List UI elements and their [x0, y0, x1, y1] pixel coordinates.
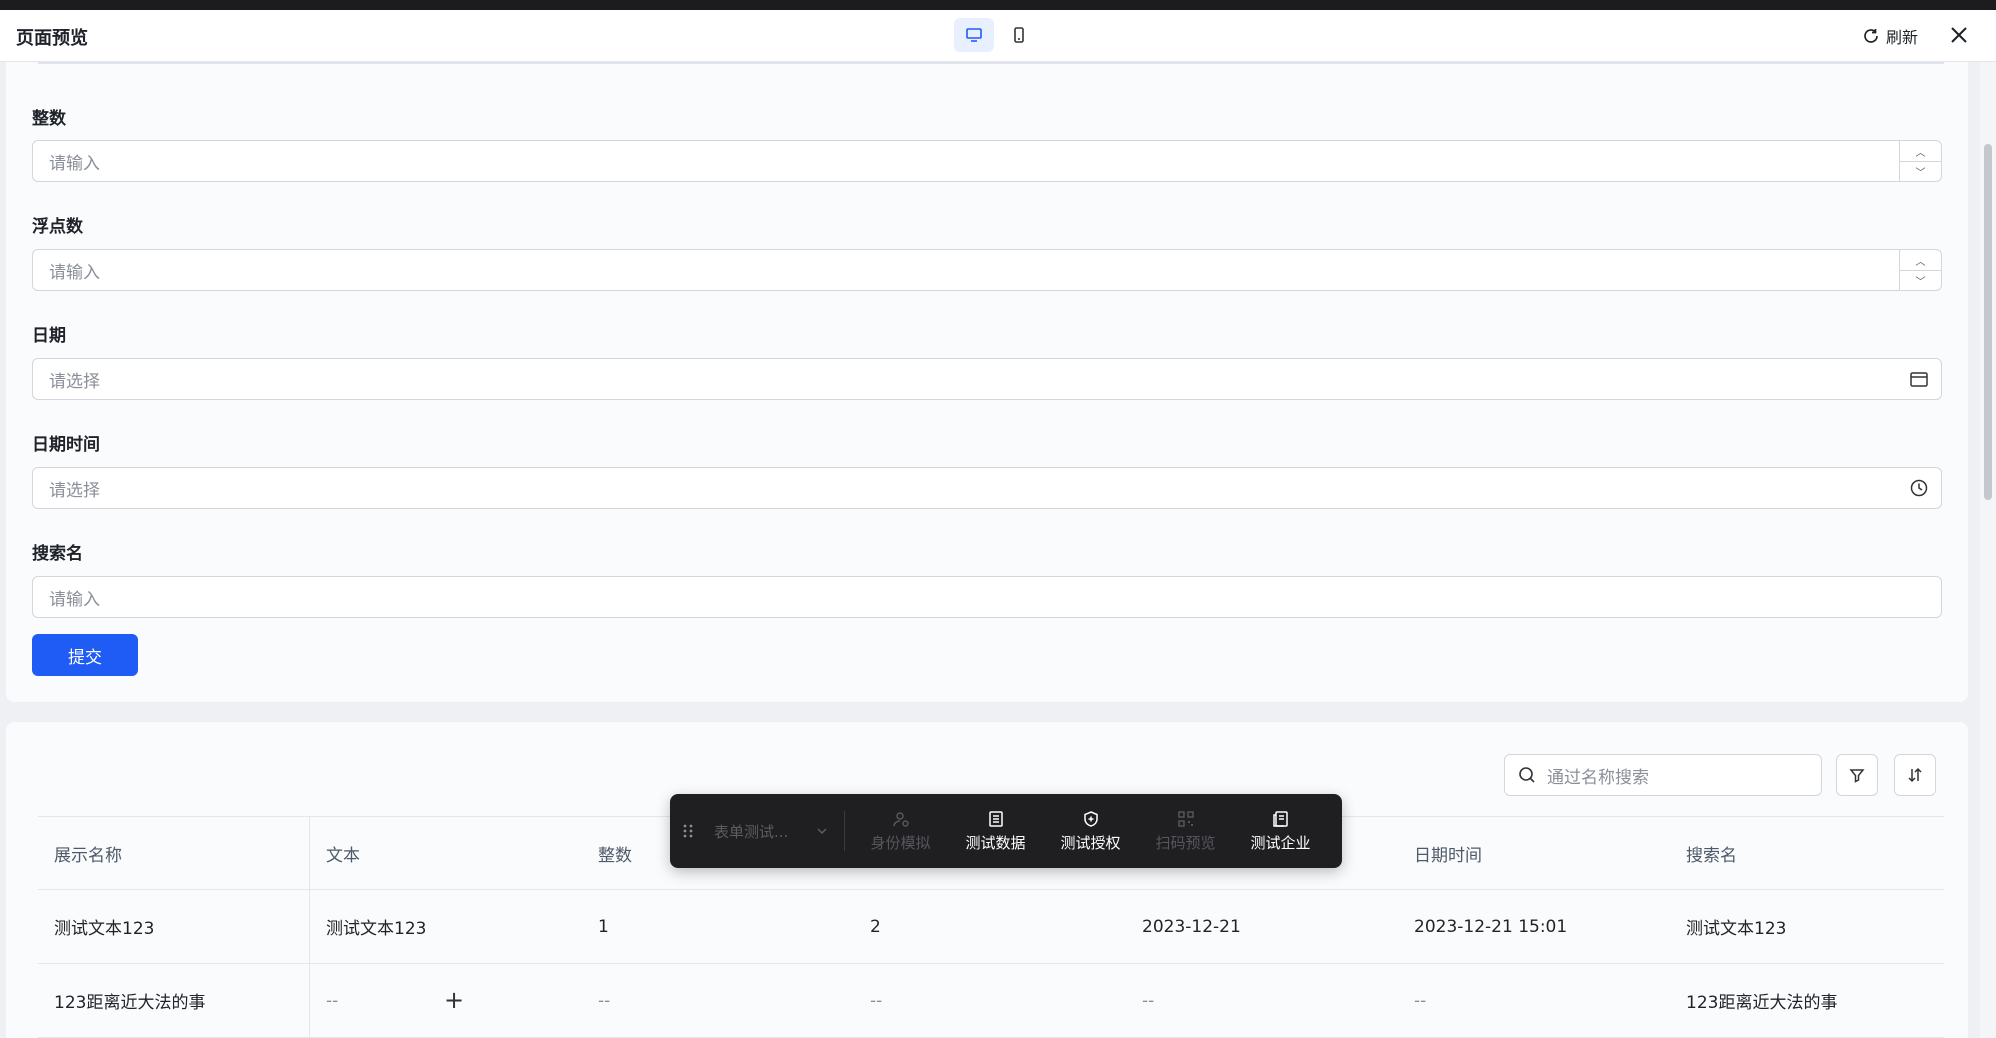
field-label-integer: 整数 — [32, 109, 66, 129]
table-cell: -- + — [310, 964, 582, 1037]
close-button[interactable] — [1946, 22, 1972, 48]
search-placeholder: 通过名称搜索 — [1547, 767, 1649, 788]
submit-button[interactable]: 提交 — [32, 634, 138, 676]
filter-icon — [1849, 769, 1865, 783]
qrcode-icon — [1177, 810, 1194, 827]
table-cell: 1 — [598, 916, 609, 937]
column-header: 展示名称 — [38, 817, 310, 889]
toolbar-item-label: 测试授权 — [1060, 833, 1121, 852]
table-cell: 123距离近大法的事 — [38, 964, 310, 1037]
table-cell: -- — [870, 990, 883, 1011]
refresh-label: 刷新 — [1885, 28, 1918, 47]
integer-input[interactable]: 请输入 ︿ ﹀ — [32, 140, 1942, 182]
test-data-button[interactable]: 测试数据 — [948, 810, 1043, 853]
close-icon — [1951, 27, 1967, 43]
table-cell: 测试文本123 — [38, 890, 310, 963]
scrollbar[interactable] — [1980, 62, 1996, 1038]
search-name-placeholder: 请输入 — [49, 589, 100, 610]
test-authorization-button[interactable]: 测试授权 — [1043, 810, 1138, 853]
clock-icon[interactable] — [1909, 478, 1929, 498]
drag-handle-icon[interactable] — [670, 822, 706, 840]
toolbar-item-label: 测试数据 — [965, 833, 1026, 852]
table-cell: 123距离近大法的事 — [1686, 993, 1838, 1013]
divider — [38, 62, 1944, 64]
toolbar-divider — [844, 811, 845, 851]
sort-icon — [1908, 767, 1922, 783]
table-card: 通过名称搜索 展示名称 文本 整数 日期时间 搜索名 测试文本123 测试文本1… — [6, 722, 1968, 1038]
field-label-search-name: 搜索名 — [32, 544, 83, 564]
table-cell: 测试文本123 — [326, 919, 427, 939]
step-down-icon[interactable]: ﹀ — [1900, 270, 1941, 290]
form-card: 整数 请输入 ︿ ﹀ 浮点数 请输入 ︿ ﹀ 日期 请选择 日期时间 请选择 搜… — [6, 62, 1968, 702]
chevron-down-icon — [817, 828, 827, 835]
enterprise-icon — [1272, 810, 1288, 827]
search-name-input[interactable]: 请输入 — [32, 576, 1942, 618]
table-cell: 2023-12-21 15:01 — [1414, 916, 1568, 937]
sort-button[interactable] — [1894, 754, 1936, 796]
toolbar-item-label: 身份模拟 — [870, 833, 931, 852]
datetime-input[interactable]: 请选择 — [32, 467, 1942, 509]
field-label-date: 日期 — [32, 326, 66, 346]
content-area: 整数 请输入 ︿ ﹀ 浮点数 请输入 ︿ ﹀ 日期 请选择 日期时间 请选择 搜… — [0, 62, 1980, 1038]
mobile-icon — [1014, 27, 1024, 43]
integer-placeholder: 请输入 — [49, 153, 100, 174]
float-stepper[interactable]: ︿ ﹀ — [1899, 250, 1941, 290]
cell-value: -- — [326, 990, 339, 1011]
column-header: 文本 — [326, 845, 360, 866]
list-icon — [988, 810, 1003, 827]
float-placeholder: 请输入 — [49, 262, 100, 283]
table-cell: -- — [1142, 990, 1155, 1011]
column-header: 日期时间 — [1414, 845, 1482, 866]
date-placeholder: 请选择 — [49, 371, 100, 392]
floating-toolbar: 表单测试... 身份模拟 测试数据 测试授权 扫码预览 测试企业 — [670, 794, 1342, 868]
field-label-datetime: 日期时间 — [32, 435, 100, 455]
table-search-input[interactable]: 通过名称搜索 — [1504, 754, 1822, 796]
filter-button[interactable] — [1836, 754, 1878, 796]
refresh-icon — [1864, 29, 1878, 43]
top-strip — [0, 0, 1996, 10]
shield-icon — [1083, 810, 1098, 827]
table-row[interactable]: 测试文本123 测试文本123 1 2 2023-12-21 2023-12-2… — [38, 890, 1944, 964]
form-select[interactable]: 表单测试... — [706, 821, 836, 842]
integer-stepper[interactable]: ︿ ﹀ — [1899, 141, 1941, 181]
form-select-value: 表单测试... — [714, 822, 789, 841]
calendar-icon[interactable] — [1909, 369, 1929, 389]
table-cell: -- — [1414, 990, 1427, 1011]
table-cell: 2 — [870, 916, 881, 937]
table-cell: 2023-12-21 — [1142, 916, 1241, 937]
scrollbar-thumb[interactable] — [1984, 144, 1992, 500]
preview-window: 页面预览 刷新 整数 请输入 ︿ ﹀ 浮点数 请输入 ︿ ﹀ 日期 请选择 日期… — [0, 10, 1996, 1038]
page-title: 页面预览 — [16, 28, 88, 49]
test-enterprise-button[interactable]: 测试企业 — [1233, 810, 1328, 853]
toolbar-item-label: 测试企业 — [1250, 833, 1311, 852]
float-input[interactable]: 请输入 ︿ ﹀ — [32, 249, 1942, 291]
step-down-icon[interactable]: ﹀ — [1900, 161, 1941, 181]
table-row[interactable]: 123距离近大法的事 -- + -- -- -- -- 123距离近大法的事 — [38, 964, 1944, 1038]
step-up-icon[interactable]: ︿ — [1900, 250, 1941, 270]
refresh-button[interactable]: 刷新 — [1862, 24, 1918, 48]
titlebar: 页面预览 刷新 — [0, 10, 1996, 62]
plus-icon[interactable]: + — [444, 986, 464, 1014]
toolbar-item-label: 扫码预览 — [1155, 833, 1216, 852]
identity-simulation-button[interactable]: 身份模拟 — [853, 810, 948, 853]
table-cell: 测试文本123 — [1686, 919, 1787, 939]
desktop-icon — [966, 28, 982, 42]
step-up-icon[interactable]: ︿ — [1900, 141, 1941, 161]
date-input[interactable]: 请选择 — [32, 358, 1942, 400]
field-label-float: 浮点数 — [32, 217, 83, 237]
scan-preview-button[interactable]: 扫码预览 — [1138, 810, 1233, 853]
datetime-placeholder: 请选择 — [49, 480, 100, 501]
mobile-view-button[interactable] — [999, 18, 1039, 52]
search-icon — [1519, 767, 1535, 783]
user-switch-icon — [892, 811, 909, 827]
table-cell: -- — [598, 990, 611, 1011]
desktop-view-button[interactable] — [954, 18, 994, 52]
column-header: 搜索名 — [1686, 845, 1737, 866]
